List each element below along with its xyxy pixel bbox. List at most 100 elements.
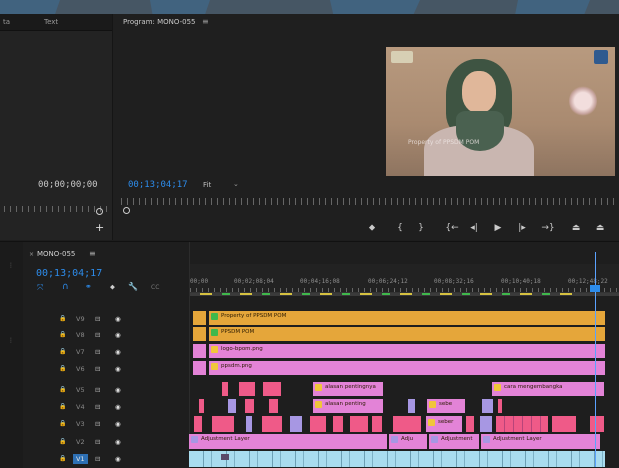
clip-segment[interactable] (193, 361, 206, 375)
clip-v5-a[interactable]: alasan pentingnya (313, 382, 383, 396)
clip-segment[interactable] (552, 416, 576, 432)
program-title[interactable]: Program: MONO-055 (123, 18, 196, 26)
clip-v9[interactable]: Property of PPSDM POM (209, 311, 605, 325)
clip-segment[interactable] (590, 416, 604, 432)
clip-segment[interactable] (193, 327, 206, 341)
lift-icon[interactable]: ⏏ (569, 223, 583, 233)
step-forward-icon[interactable]: |▸ (515, 223, 529, 233)
program-time-ruler[interactable] (121, 198, 615, 205)
timeline-ruler[interactable]: 00;00 00;02;08;04 00;04;16;08 00;06;24;1… (190, 264, 619, 293)
clip-segment[interactable] (222, 382, 228, 396)
zoom-select[interactable]: Fit (203, 181, 211, 189)
lock-icon[interactable]: 🔒 (59, 331, 66, 338)
sync-lock-icon[interactable]: ⊟ (95, 365, 100, 373)
chevron-down-icon[interactable]: ⌄ (233, 180, 239, 188)
source-playhead-handle[interactable] (96, 208, 103, 215)
clip-segment[interactable] (310, 416, 326, 432)
clip-segment[interactable] (333, 416, 343, 432)
clip-v4-b[interactable]: sebe (427, 399, 465, 413)
clip-segment[interactable] (245, 399, 254, 413)
track-label[interactable]: V2 (73, 437, 88, 447)
playhead-handle[interactable] (590, 285, 600, 292)
clip-v2-a[interactable]: Adjustment Layer (189, 434, 387, 449)
tab-text[interactable]: Text (44, 18, 58, 26)
program-playhead-handle[interactable] (123, 207, 130, 214)
eye-icon[interactable]: ◉ (115, 365, 121, 373)
clip-v5-b[interactable]: cara mengembangka (492, 382, 604, 396)
clip-segment[interactable] (193, 311, 206, 325)
sync-lock-icon[interactable]: ⊟ (95, 420, 100, 428)
lock-icon[interactable]: 🔒 (59, 438, 66, 445)
clip-segment[interactable] (498, 399, 502, 413)
clip-segment[interactable] (372, 416, 382, 432)
clip-v6[interactable]: ppsdm.png (209, 361, 605, 375)
clip-segment[interactable] (199, 399, 204, 413)
eye-icon[interactable]: ◉ (115, 348, 121, 356)
hamburger-icon[interactable]: ≡ (202, 17, 209, 26)
track-label[interactable]: V7 (73, 347, 88, 357)
eye-icon[interactable]: ◉ (115, 386, 121, 394)
hamburger-icon[interactable]: ≡ (89, 249, 96, 258)
clip-segment[interactable] (408, 399, 415, 413)
lock-icon[interactable]: 🔒 (59, 386, 66, 393)
sync-lock-icon[interactable]: ⊟ (95, 348, 100, 356)
eye-icon[interactable]: ◉ (115, 403, 121, 411)
timeline-timecode[interactable]: 00;13;04;17 (36, 268, 102, 279)
clip-v4-a[interactable]: alasan penting (313, 399, 383, 413)
sync-lock-icon[interactable]: ⊟ (95, 455, 100, 463)
wrench-icon[interactable]: 🔧 (128, 282, 138, 291)
track-label[interactable]: V8 (73, 330, 88, 340)
snap-icon[interactable]: ∩ (62, 282, 69, 292)
clip-segment[interactable] (262, 416, 282, 432)
mark-out-icon[interactable]: } (414, 223, 428, 233)
clip-segment[interactable] (496, 416, 548, 432)
sequence-tab[interactable]: MONO-055 (37, 250, 75, 258)
clip-segment[interactable] (246, 416, 252, 432)
clip-v2-c[interactable]: Adjustment (429, 434, 479, 449)
clip-v1[interactable] (189, 451, 605, 467)
track-label[interactable]: V4 (73, 402, 88, 412)
add-button-icon[interactable]: + (95, 221, 104, 234)
clip-segment[interactable] (239, 382, 255, 396)
clip-segment[interactable] (350, 416, 368, 432)
eye-icon[interactable]: ◉ (115, 455, 121, 463)
close-icon[interactable]: × (29, 251, 34, 258)
sync-lock-icon[interactable]: ⊟ (95, 331, 100, 339)
clip-segment[interactable] (290, 416, 302, 432)
eye-icon[interactable]: ◉ (115, 331, 121, 339)
clip-segment[interactable] (482, 399, 493, 413)
eye-icon[interactable]: ◉ (115, 315, 121, 323)
track-label[interactable]: V1 (73, 454, 88, 464)
captions-icon[interactable]: CC (151, 284, 159, 291)
go-to-in-icon[interactable]: {← (443, 223, 461, 233)
clip-v8[interactable]: PPSDM POM (209, 327, 605, 341)
program-timecode[interactable]: 00;13;04;17 (128, 180, 188, 190)
play-icon[interactable]: ▶ (491, 223, 505, 233)
clip-segment[interactable] (228, 399, 236, 413)
extract-icon[interactable]: ⏏ (593, 223, 607, 233)
source-timecode[interactable]: 00;00;00;00 (38, 180, 98, 190)
track-label[interactable]: V5 (73, 385, 88, 395)
clip-segment[interactable] (480, 416, 492, 432)
sync-lock-icon[interactable]: ⊟ (95, 315, 100, 323)
sync-lock-icon[interactable]: ⊟ (95, 403, 100, 411)
lock-icon[interactable]: 🔒 (59, 365, 66, 372)
clip-v2-d[interactable]: Adjustment Layer (481, 434, 600, 449)
clip-segment[interactable] (393, 416, 421, 432)
clip-segment[interactable] (194, 416, 202, 432)
eye-icon[interactable]: ◉ (115, 438, 121, 446)
mark-in-icon[interactable]: { (393, 223, 407, 233)
lock-icon[interactable]: 🔒 (59, 348, 66, 355)
sync-lock-icon[interactable]: ⊟ (95, 386, 100, 394)
eye-icon[interactable]: ◉ (115, 420, 121, 428)
clip-v3-a[interactable]: seber (426, 416, 462, 432)
nest-icon[interactable]: ⤧ (37, 283, 43, 293)
track-label[interactable]: V9 (73, 314, 88, 324)
add-marker-icon[interactable]: ⬥ (110, 283, 115, 292)
track-label[interactable]: V6 (73, 364, 88, 374)
lock-icon[interactable]: 🔒 (59, 455, 66, 462)
source-time-ruler[interactable] (4, 206, 108, 212)
clip-segment[interactable] (269, 399, 278, 413)
clip-segment[interactable] (212, 416, 234, 432)
clip-segment[interactable] (263, 382, 281, 396)
